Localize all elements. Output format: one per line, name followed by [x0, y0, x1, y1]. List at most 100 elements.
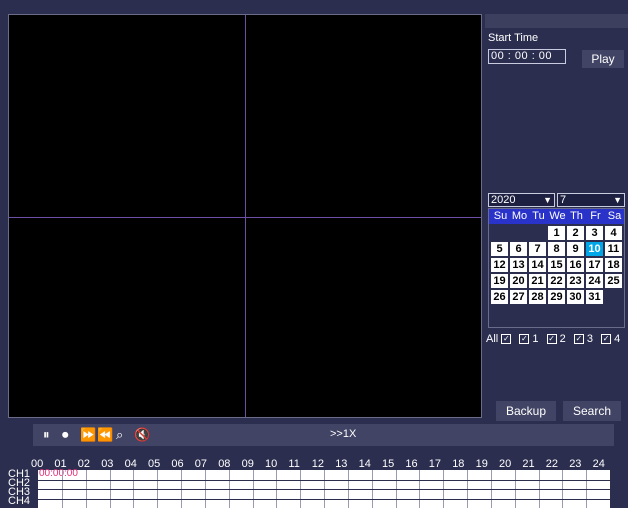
video-channel-3[interactable]	[9, 218, 245, 417]
hour-label: 18	[452, 458, 465, 470]
calendar-day[interactable]: 18	[605, 258, 622, 272]
calendar: Su Mo Tu We Th Fr Sa 1 2 3 4 5 6 7 8 9 10 11 12 13 14 15 16 17…	[488, 208, 625, 328]
calendar-day[interactable]: 7	[529, 242, 546, 256]
calendar-day[interactable]: 27	[510, 290, 527, 304]
hour-label: 20	[499, 458, 512, 470]
playback-speed: >>1X	[330, 428, 357, 440]
calendar-day[interactable]: 20	[510, 274, 527, 288]
weekday-label: Mo	[511, 210, 528, 222]
channel-label: CH4	[8, 495, 31, 507]
calendar-day[interactable]: 16	[567, 258, 584, 272]
hour-label: 24	[592, 458, 605, 470]
calendar-day[interactable]: 28	[529, 290, 546, 304]
playback-controls: ⏸ ⏺ ⏩ ⏪ ⌕ 🔇 >>1X	[33, 424, 614, 446]
hour-label: 15	[382, 458, 395, 470]
hour-label: 23	[569, 458, 582, 470]
calendar-day[interactable]: 4	[605, 226, 622, 240]
hour-label: 03	[101, 458, 114, 470]
channel-selector: All ✓ ✓ 1 ✓ 2 ✓ 3 ✓ 4	[486, 333, 625, 345]
rewind-icon[interactable]: ⏪	[97, 427, 113, 443]
channel-checkbox-all[interactable]: All ✓	[486, 333, 512, 345]
hour-label: 11	[288, 458, 300, 470]
calendar-day[interactable]: 13	[510, 258, 527, 272]
video-channel-1[interactable]	[9, 15, 245, 217]
vertical-divider	[245, 15, 246, 417]
grid-row-divider	[38, 489, 610, 490]
calendar-day[interactable]: 1	[548, 226, 565, 240]
mute-icon[interactable]: 🔇	[134, 427, 150, 443]
channel-checkbox-2[interactable]: ✓ 2	[546, 333, 566, 345]
calendar-day[interactable]: 10	[586, 242, 603, 256]
channel-checkbox-4[interactable]: ✓ 4	[601, 333, 620, 345]
calendar-day[interactable]: 29	[548, 290, 565, 304]
checkbox-icon: ✓	[519, 334, 530, 345]
checkbox-icon: ✓	[546, 334, 557, 345]
video-channel-2[interactable]	[246, 15, 481, 217]
weekday-label: Su	[493, 210, 508, 222]
calendar-day[interactable]: 2	[567, 226, 584, 240]
play-button[interactable]: Play	[582, 50, 624, 68]
calendar-day[interactable]: 17	[586, 258, 603, 272]
hour-label: 16	[405, 458, 418, 470]
checkbox-label: 4	[614, 333, 621, 345]
weekday-label: Fr	[590, 210, 601, 222]
calendar-day[interactable]: 23	[567, 274, 584, 288]
hour-label: 13	[335, 458, 348, 470]
video-grid[interactable]	[8, 14, 482, 418]
dropdown-arrow-icon: ▼	[613, 195, 622, 205]
year-select[interactable]: 2020 ▼	[488, 193, 555, 207]
hour-label: 07	[194, 458, 208, 470]
calendar-day[interactable]: 31	[586, 290, 603, 304]
year-value: 2020	[491, 194, 516, 206]
checkbox-icon: ✓	[573, 334, 584, 345]
calendar-day[interactable]: 19	[491, 274, 508, 288]
hour-label: 22	[545, 458, 559, 470]
calendar-day[interactable]: 24	[586, 274, 603, 288]
calendar-day[interactable]: 15	[548, 258, 565, 272]
hour-label: 02	[77, 458, 91, 470]
hour-label: 14	[358, 458, 371, 470]
start-time-field[interactable]: 00 : 00 : 00	[488, 49, 566, 64]
calendar-weekday-header: Su Mo Tu We Th Fr Sa	[489, 209, 624, 224]
search-button[interactable]: Search	[563, 401, 621, 421]
channel-checkbox-1[interactable]: ✓ 1	[519, 333, 539, 345]
backup-button[interactable]: Backup	[496, 401, 556, 421]
calendar-day[interactable]: 21	[529, 274, 546, 288]
calendar-day[interactable]: 30	[567, 290, 584, 304]
calendar-day[interactable]: 26	[491, 290, 508, 304]
calendar-day[interactable]: 11	[605, 242, 622, 256]
weekday-label: Tu	[532, 210, 545, 222]
checkbox-label: 2	[559, 333, 566, 345]
calendar-day[interactable]: 3	[586, 226, 603, 240]
channel-checkbox-3[interactable]: ✓ 3	[573, 333, 593, 345]
hour-label: 09	[241, 458, 254, 470]
calendar-day[interactable]: 14	[529, 258, 546, 272]
month-value: 7	[560, 194, 567, 206]
pause-icon[interactable]: ⏸	[43, 427, 50, 443]
current-time-marker: 00:00:00	[39, 468, 78, 479]
hour-label: 08	[218, 458, 231, 470]
hour-label: 21	[522, 458, 535, 470]
stop-icon[interactable]: ⏺	[62, 427, 69, 443]
checkbox-label: 1	[532, 333, 539, 345]
playback-window: Start Time 00 : 00 : 00 Play 2020 ▼ 7 ▼ …	[0, 0, 628, 508]
weekday-label: Sa	[607, 210, 622, 222]
month-select[interactable]: 7 ▼	[557, 193, 625, 207]
calendar-day[interactable]: 25	[605, 274, 622, 288]
hour-label: 04	[124, 458, 137, 470]
calendar-day[interactable]: 22	[548, 274, 565, 288]
calendar-day[interactable]: 8	[548, 242, 565, 256]
calendar-day[interactable]: 6	[510, 242, 527, 256]
calendar-day[interactable]: 5	[491, 242, 508, 256]
hour-label: 17	[428, 458, 442, 470]
zoom-icon[interactable]: ⌕	[116, 427, 123, 443]
timeline-grid[interactable]: 00:00:00	[38, 468, 610, 508]
hour-label: 10	[265, 458, 278, 470]
video-channel-4[interactable]	[246, 218, 481, 417]
calendar-day[interactable]: 12	[491, 258, 508, 272]
hour-label: 19	[475, 458, 488, 470]
weekday-label: We	[549, 210, 566, 222]
timeline-channel-labels: CH1 CH2 CH3 CH4	[8, 469, 31, 507]
fast-forward-icon[interactable]: ⏩	[80, 427, 96, 443]
calendar-day[interactable]: 9	[567, 242, 584, 256]
